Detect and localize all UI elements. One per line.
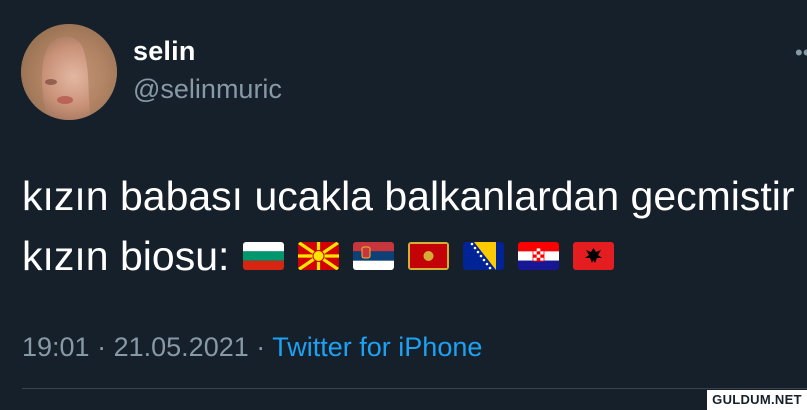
tweet-time[interactable]: 19:01: [22, 332, 90, 362]
meta-separator: ·: [97, 332, 107, 362]
tweet-text-line-1: kızın babası ucakla balkanlardan gecmist…: [22, 173, 795, 219]
avatar[interactable]: [21, 24, 117, 120]
divider: [22, 388, 807, 389]
tweet-text-bio-label: kızın biosu:: [22, 233, 230, 279]
avatar-photo: [21, 24, 117, 120]
author-display-name[interactable]: selin: [133, 36, 196, 67]
more-options-icon[interactable]: ••: [795, 42, 807, 64]
flag-bosnia-icon: [463, 242, 505, 271]
flag-serbia-icon: [353, 242, 395, 271]
flag-albania-icon: [573, 242, 615, 271]
flag-montenegro-icon: [408, 242, 450, 271]
meta-separator: ·: [256, 332, 266, 362]
tweet-date[interactable]: 21.05.2021: [114, 332, 249, 362]
author-handle[interactable]: @selinmuric: [133, 74, 282, 105]
flag-list: [243, 242, 615, 271]
flag-croatia-icon: [518, 242, 560, 271]
watermark: GULDUM.NET: [707, 390, 807, 410]
tweet-source-link[interactable]: Twitter for iPhone: [272, 332, 482, 362]
tweet-text: kızın babası ucakla balkanlardan gecmist…: [22, 166, 807, 286]
tweet-text-line-2: kızın biosu:: [22, 226, 807, 286]
flag-north-macedonia-icon: [298, 242, 340, 271]
flag-bulgaria-icon: [243, 242, 285, 271]
tweet-metadata: 19:01 · 21.05.2021 · Twitter for iPhone: [22, 332, 482, 363]
